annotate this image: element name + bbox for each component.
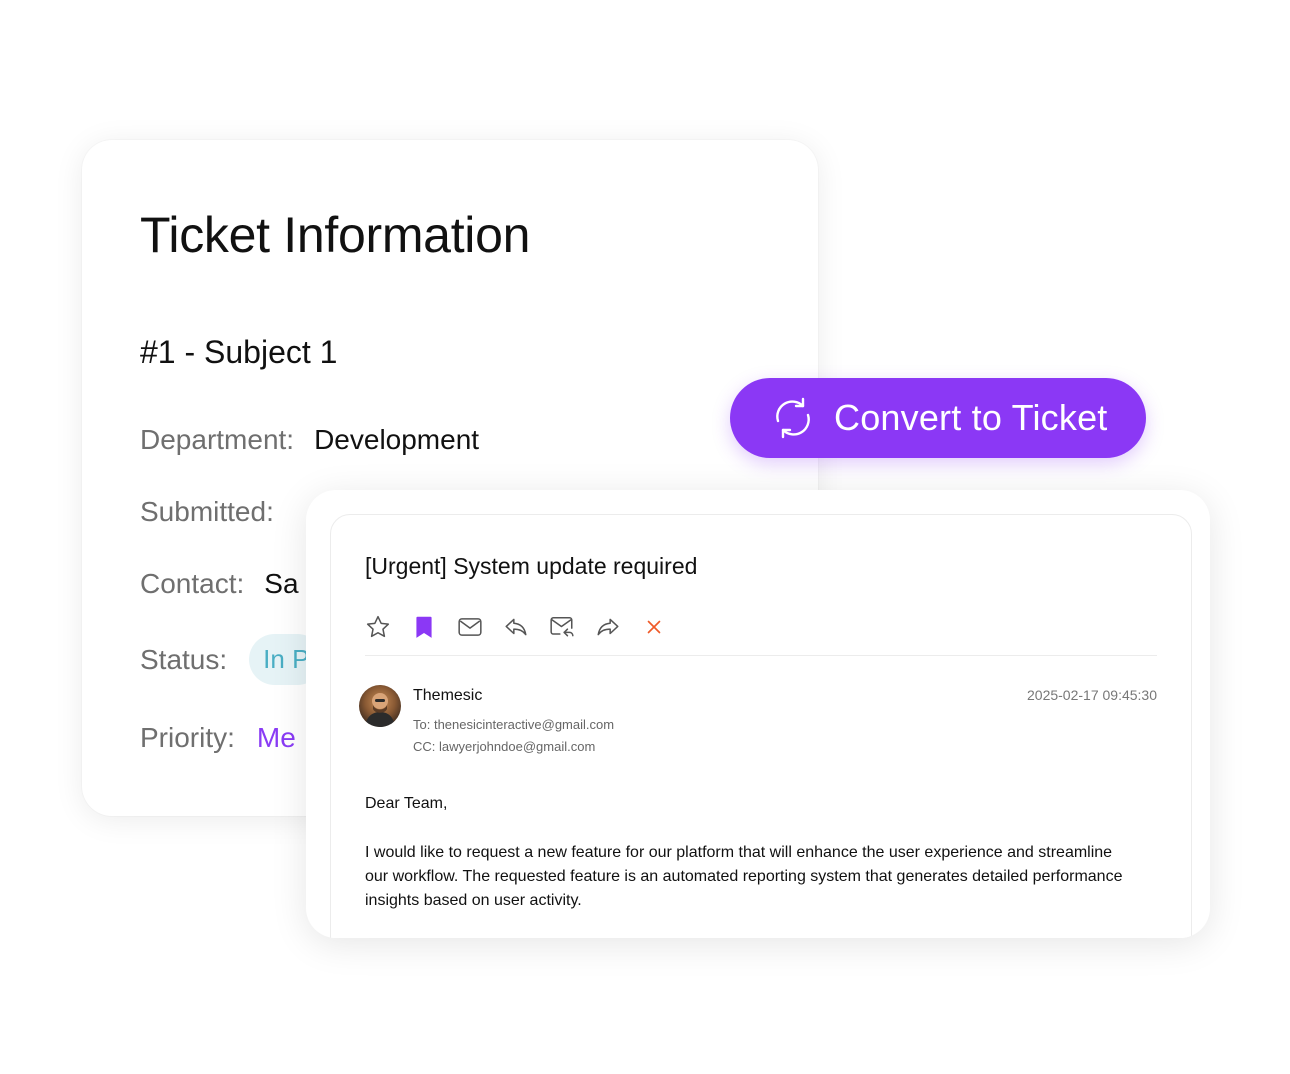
status-label: Status: [140,643,228,675]
close-icon[interactable] [641,614,667,640]
forward-icon[interactable] [595,614,621,640]
email-to: To: thenesicinteractive@gmail.com [413,717,615,732]
email-cc: CC: lawyerjohndoe@gmail.com [413,739,596,754]
email-body: I would like to request a new feature fo… [365,844,1123,909]
convert-button-label: Convert to Ticket [834,397,1108,438]
status-row: Status: In P [140,634,324,685]
sender-name: Themesic [413,687,483,704]
contact-row: Contact: Sa [140,568,299,600]
refresh-icon [770,395,816,441]
reply-icon[interactable] [503,614,529,640]
mail-icon[interactable] [457,614,483,640]
email-toolbar [365,607,1157,656]
contact-label: Contact: [140,568,245,599]
priority-label: Priority: [140,722,235,753]
submitted-label: Submitted: [140,496,274,527]
avatar [359,685,401,727]
priority-row: Priority: Me [140,722,296,754]
ticket-title: Ticket Information [140,207,531,263]
department-label: Department: [140,424,295,455]
email-date: 2025-02-17 09:45:30 [1027,687,1157,703]
email-subject: [Urgent] System update required [365,553,698,579]
email-preview-card: [Urgent] System update required Themesic… [306,490,1210,938]
priority-value: Me [256,722,296,753]
convert-to-ticket-button[interactable]: Convert to Ticket [730,378,1146,458]
ticket-subject: #1 - Subject 1 [140,334,338,370]
email-greeting: Dear Team, [365,795,448,812]
star-icon[interactable] [365,614,391,640]
department-value: Development [314,424,480,455]
email-panel: [Urgent] System update required Themesic… [330,514,1192,938]
contact-value: Sa [264,568,299,599]
reply-all-icon[interactable] [549,614,575,640]
department-row: Department: Development [140,424,479,456]
bookmark-icon[interactable] [411,614,437,640]
submitted-row: Submitted: [140,496,274,528]
